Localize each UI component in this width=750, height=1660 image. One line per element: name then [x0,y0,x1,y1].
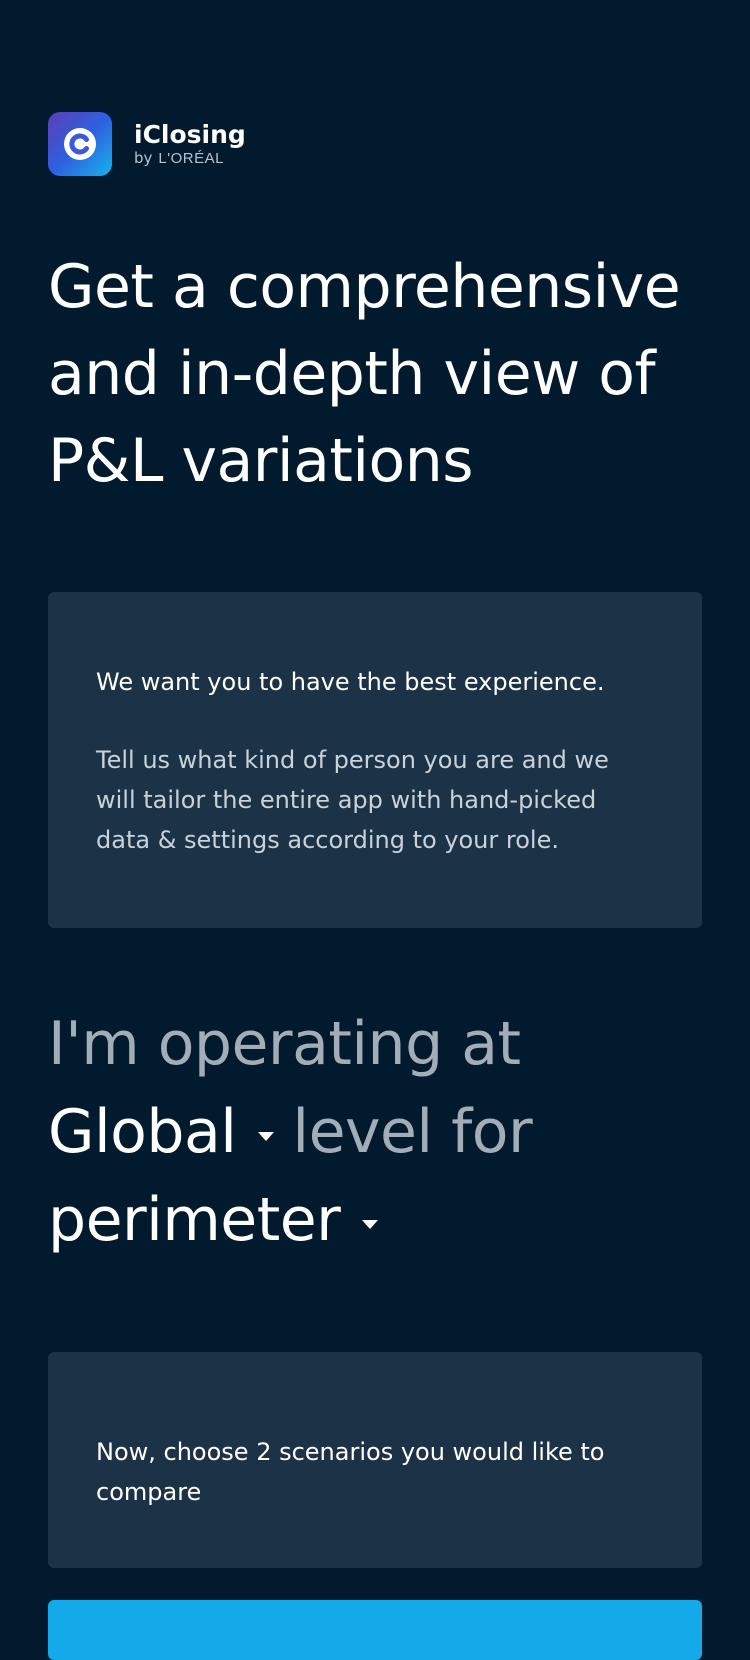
selector-line-2: Global level for [48,1088,718,1176]
brand-header: iClosing by L'ORÉAL [48,112,246,176]
intro-lead: We want you to have the best experience. [96,668,605,696]
app-name: iClosing [134,119,246,149]
primary-action-button[interactable] [48,1600,702,1660]
app-logo-icon [48,112,112,176]
company-name: L'ORÉAL [158,149,224,167]
compare-card: Now, choose 2 scenarios you would like t… [48,1352,702,1568]
brand-by: by [134,148,153,167]
caret-down-icon [362,1219,379,1229]
page-headline: Get a comprehensive and in-depth view of… [48,252,681,496]
compare-instructions: Now, choose 2 scenarios you would like t… [96,1438,605,1506]
role-selector-sentence: I'm operating at Global level for perime… [48,1000,718,1264]
brand-text: iClosing by L'ORÉAL [134,119,246,168]
brand-byline: by L'ORÉAL [134,149,246,168]
selector-middle: level for [292,1097,533,1167]
caret-down-icon [258,1131,275,1141]
selector-line-3: perimeter [48,1176,718,1264]
level-dropdown[interactable]: Global [48,1088,292,1176]
perimeter-dropdown[interactable]: perimeter [48,1176,396,1264]
perimeter-dropdown-value: perimeter [48,1185,341,1255]
selector-prefix: I'm operating at [48,1009,521,1079]
level-dropdown-value: Global [48,1097,237,1167]
intro-body: Tell us what kind of person you are and … [96,746,609,854]
c-logo-icon [64,128,96,160]
intro-card: We want you to have the best experience.… [48,592,702,928]
